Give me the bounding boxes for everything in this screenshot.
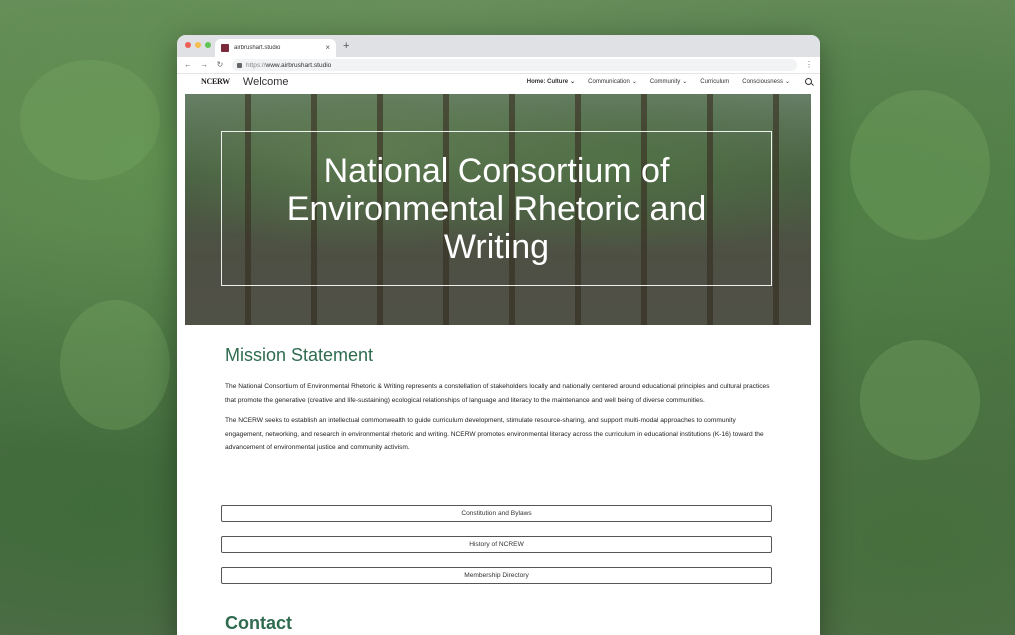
close-window-button[interactable] [185,42,191,48]
chevron-down-icon: ⌄ [682,79,688,85]
chevron-down-icon: ⌄ [570,79,576,85]
nav-label: Curriculum [700,78,730,85]
tab-title: airbrushart.studio [234,45,281,51]
main-nav: Home: Culture ⌄ Communication ⌄ Community ⌄… [527,78,812,85]
nav-item-communication[interactable]: Communication ⌄ [588,78,637,85]
chevron-down-icon: ⌄ [631,79,637,85]
lock-icon [237,62,242,68]
membership-directory-button[interactable]: Membership Directory [221,567,772,584]
nav-label: Community [649,79,681,85]
nav-item-community[interactable]: Community ⌄ [650,78,687,85]
address-toolbar: ← → ↻ https://www.airbrushart.studio ⋮ [177,57,820,74]
contact-heading: Contact [225,613,292,633]
new-tab-button[interactable]: + [343,39,349,53]
nav-label: Communication [588,79,630,85]
nav-item-curriculum[interactable]: Curriculum [700,79,729,85]
browser-menu-icon[interactable]: ⋮ [805,61,813,69]
hero-title: National Consortium of Environmental Rhe… [286,151,707,266]
site-title[interactable]: Welcome [243,76,289,88]
back-arrow-icon[interactable]: ← [184,61,192,69]
hero-frame: National Consortium of Environmental Rhe… [221,131,772,286]
favicon-icon [221,44,229,52]
browser-tab[interactable]: airbrushart.studio × [215,39,336,57]
tab-close-icon[interactable]: × [325,44,330,52]
mission-section: Mission Statement The National Consortiu… [225,345,770,455]
hero-banner: National Consortium of Environmental Rhe… [185,94,811,325]
window-controls [185,42,211,48]
constitution-bylaws-button[interactable]: Constitution and Bylaws [221,505,772,522]
chevron-down-icon: ⌄ [784,79,790,85]
minimize-window-button[interactable] [195,42,201,48]
history-button[interactable]: History of NCREW [221,536,772,553]
mission-heading: Mission Statement [225,345,374,365]
maximize-window-button[interactable] [205,42,211,48]
mission-paragraph-1: The National Consortium of Environmental… [225,383,770,404]
reload-icon[interactable]: ↻ [216,61,224,69]
site-header: NCERW Welcome Home: Culture ⌄ Communicati… [177,74,820,89]
nav-item-home-culture[interactable]: Home: Culture ⌄ [527,78,575,85]
tab-bar: airbrushart.studio × + [177,35,820,57]
nav-item-consciousness[interactable]: Consciousness ⌄ [742,78,790,85]
url-host: www.airbrushart.studio [265,61,332,69]
forward-arrow-icon[interactable]: → [200,61,208,69]
search-icon[interactable] [805,78,812,85]
nav-label: Consciousness [742,79,783,85]
mission-paragraph-2: The NCERW seeks to establish an intellec… [225,417,764,451]
browser-window: airbrushart.studio × + ← → ↻ https://www… [177,35,820,635]
site-logo[interactable]: NCERW [201,77,230,86]
url-protocol: https:// [246,61,266,69]
address-bar[interactable]: https://www.airbrushart.studio [232,59,797,71]
nav-label: Home: Culture [526,79,569,85]
